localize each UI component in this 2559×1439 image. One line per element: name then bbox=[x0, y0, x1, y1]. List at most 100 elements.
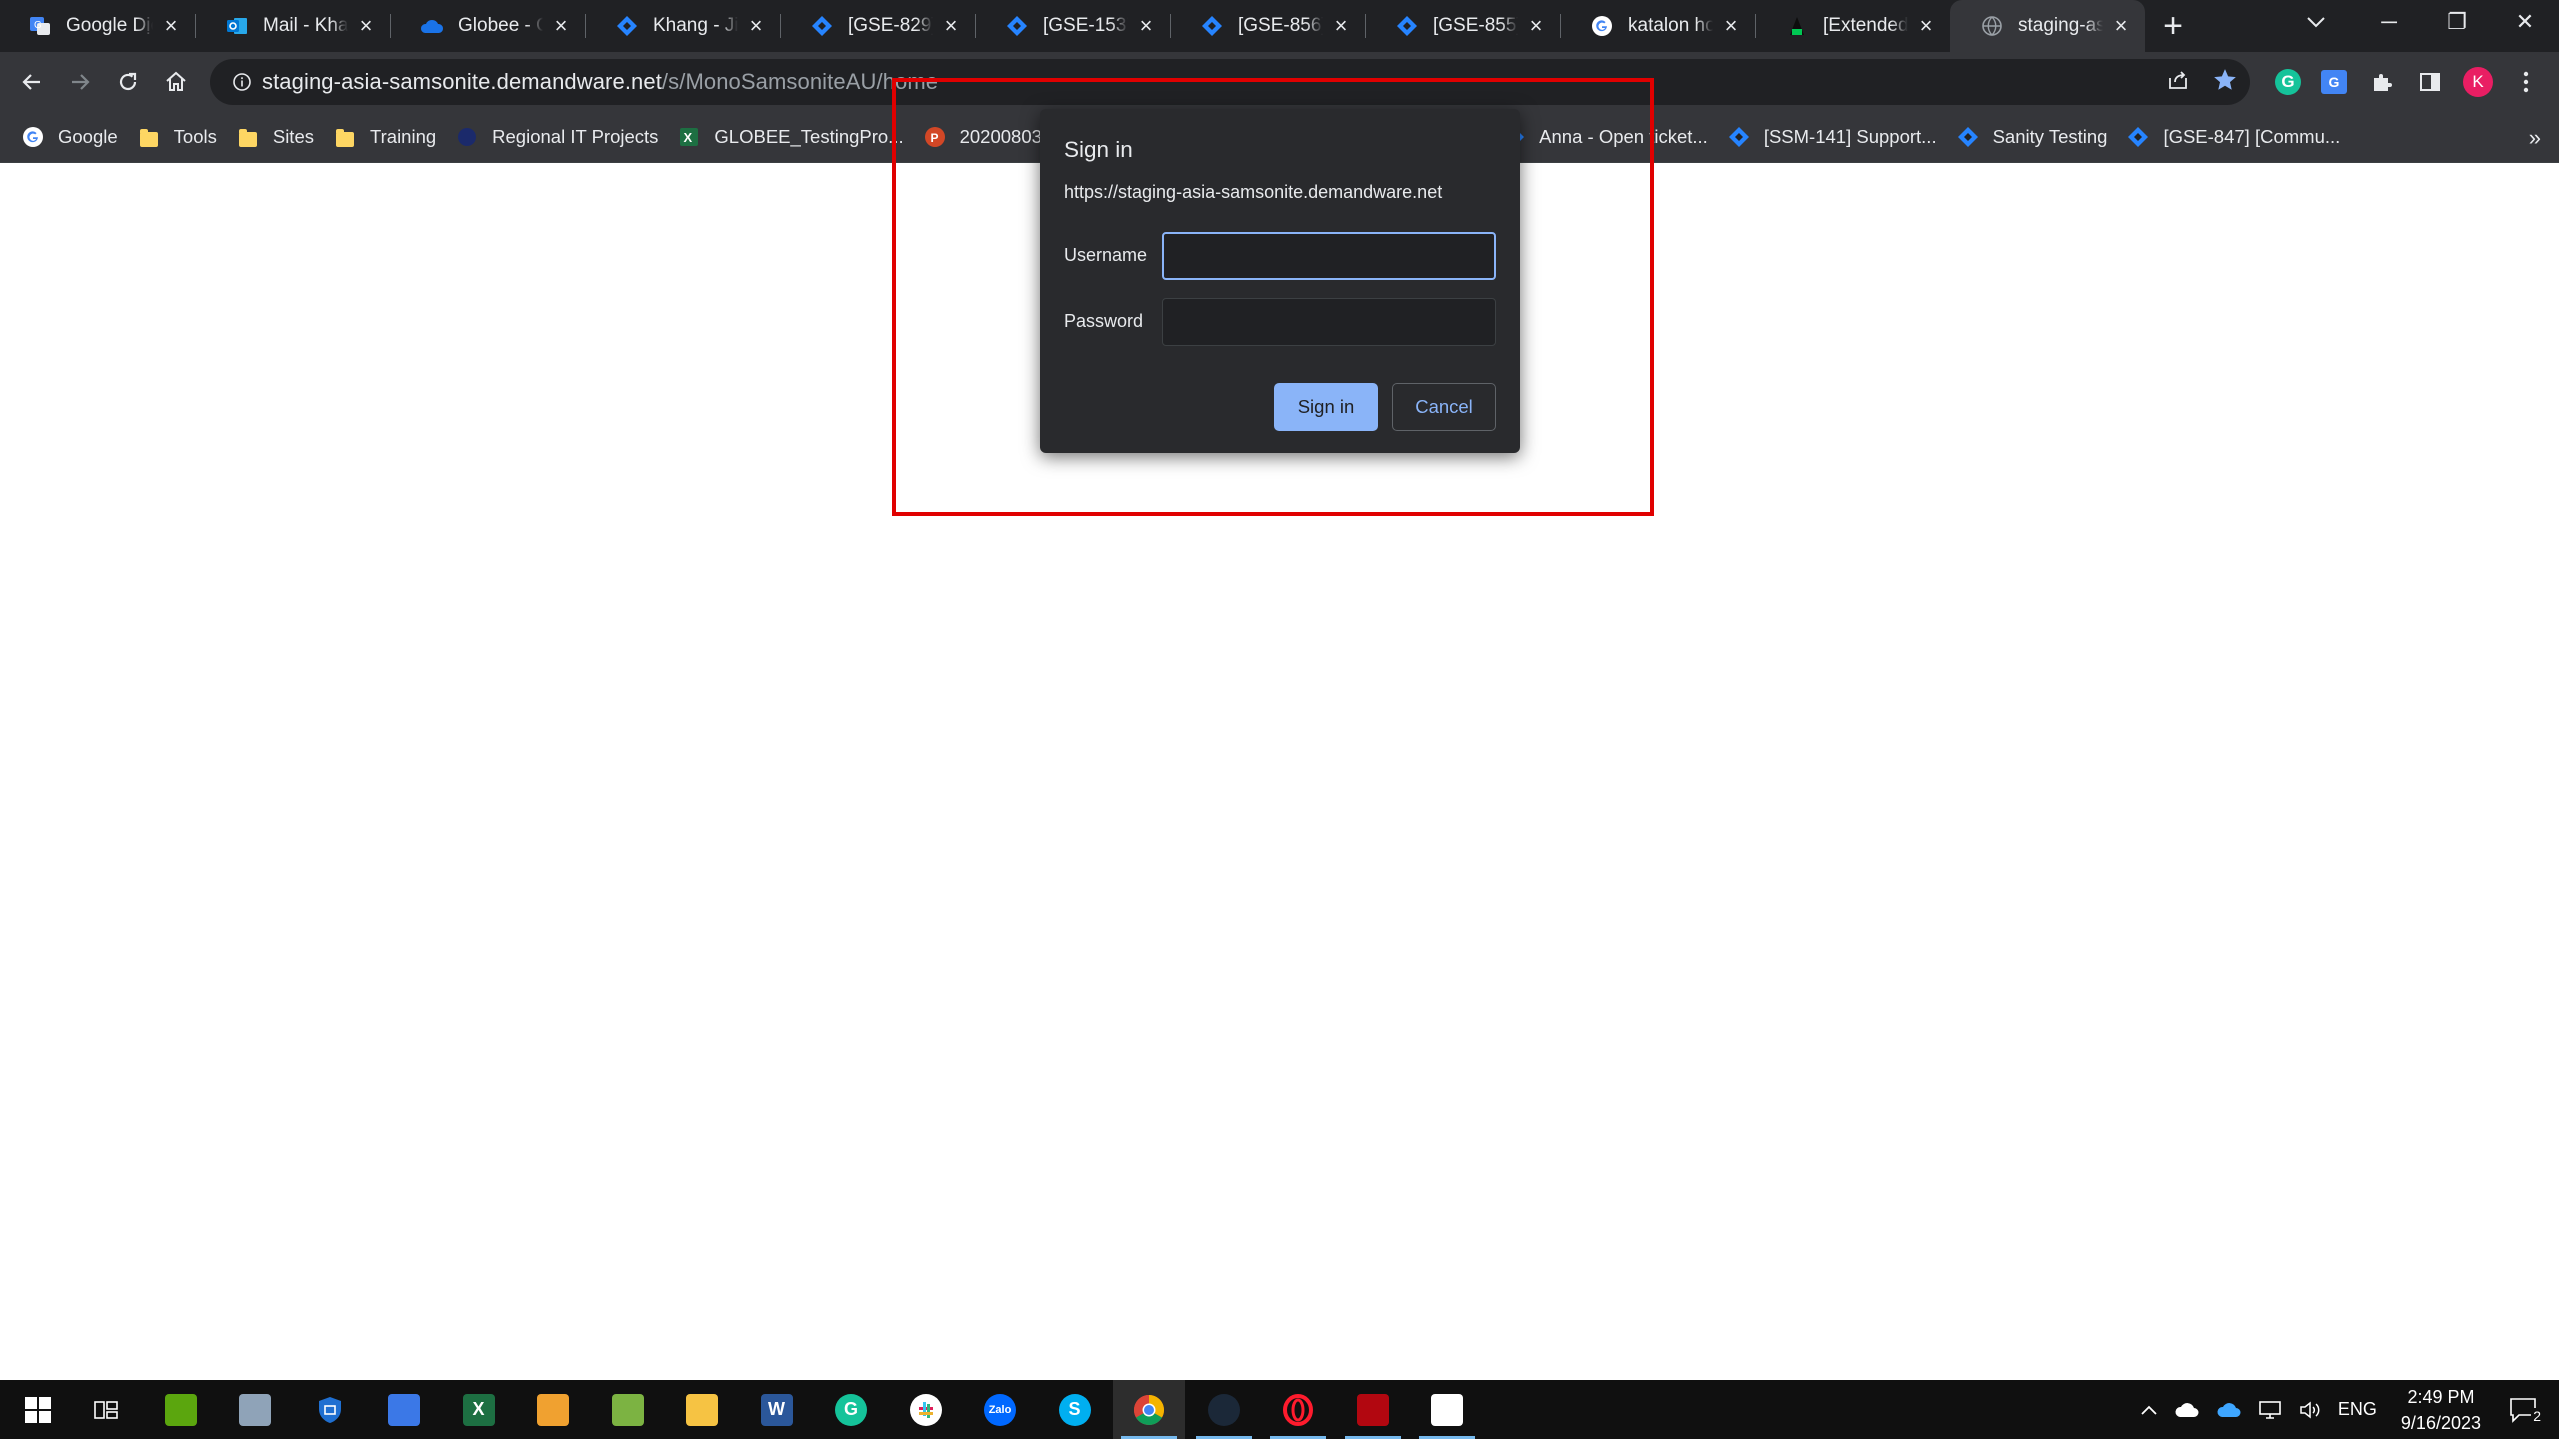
language-indicator[interactable]: ENG bbox=[2330, 1380, 2385, 1439]
profile-avatar[interactable]: K bbox=[2456, 60, 2500, 104]
bookmark-label: Sanity Testing bbox=[1992, 126, 2108, 147]
tab[interactable]: Globee - On × bbox=[390, 0, 585, 52]
bookmark-item[interactable]: Anna - Open ticket... bbox=[1499, 119, 1720, 155]
grammarly-extension-icon[interactable]: G bbox=[2266, 60, 2310, 104]
forward-arrow-icon bbox=[72, 74, 90, 90]
tab[interactable]: Mail - Khang × bbox=[195, 0, 390, 52]
sign-in-button[interactable]: Sign in bbox=[1274, 383, 1378, 431]
taskbar-file-explorer-button[interactable] bbox=[666, 1380, 738, 1439]
bookmarks-overflow-button[interactable]: » bbox=[2529, 112, 2541, 163]
minimize-button[interactable]: ─ bbox=[2355, 0, 2423, 44]
tab[interactable]: [GSE-856] [T × bbox=[1170, 0, 1365, 52]
taskbar-security-button[interactable] bbox=[294, 1380, 366, 1439]
notification-center-icon[interactable]: 2 bbox=[2497, 1380, 2559, 1439]
tab-active[interactable]: staging-asia × bbox=[1950, 0, 2145, 52]
taskbar-task-view-button[interactable] bbox=[70, 1380, 142, 1439]
share-icon[interactable] bbox=[2166, 68, 2190, 97]
tab-close-icon[interactable]: × bbox=[1914, 13, 1938, 38]
taskbar-skype-button[interactable]: S bbox=[1039, 1380, 1111, 1439]
notepad-icon bbox=[611, 1393, 644, 1426]
windows-start-button[interactable] bbox=[10, 1380, 66, 1439]
menu-kebab-icon[interactable] bbox=[2504, 60, 2548, 104]
taskbar-notepad-button[interactable] bbox=[592, 1380, 664, 1439]
tab-close-icon[interactable]: × bbox=[2109, 13, 2133, 38]
tab-close-icon[interactable]: × bbox=[549, 13, 573, 38]
bookmark-item[interactable]: Google bbox=[18, 119, 130, 155]
svg-text:P: P bbox=[930, 131, 938, 145]
extended-icon bbox=[1785, 14, 1809, 38]
tab[interactable]: [GSE-855] [V × bbox=[1365, 0, 1560, 52]
bookmark-item[interactable]: Training bbox=[330, 119, 448, 155]
tab-close-icon[interactable]: × bbox=[744, 13, 768, 38]
forward-button[interactable] bbox=[58, 60, 102, 104]
show-hidden-icons-chevron-icon[interactable] bbox=[2132, 1380, 2166, 1439]
bookmark-item[interactable]: [SSM-141] Support... bbox=[1724, 119, 1949, 155]
tab-close-icon[interactable]: × bbox=[1524, 13, 1548, 38]
bookmark-item[interactable]: Regional IT Projects bbox=[452, 119, 670, 155]
url-text[interactable]: staging-asia-samsonite.demandware.net/s/… bbox=[262, 69, 938, 95]
home-button[interactable] bbox=[154, 60, 198, 104]
opera-icon bbox=[1282, 1393, 1314, 1426]
side-panel-icon[interactable] bbox=[2408, 60, 2452, 104]
address-bar[interactable]: staging-asia-samsonite.demandware.net/s/… bbox=[210, 59, 2250, 105]
cancel-button[interactable]: Cancel bbox=[1392, 383, 1496, 431]
file-explorer-icon bbox=[686, 1393, 718, 1426]
tab[interactable]: katalon how × bbox=[1560, 0, 1755, 52]
onedrive-business-icon[interactable] bbox=[2208, 1380, 2250, 1439]
tab-close-icon[interactable]: × bbox=[1134, 13, 1158, 38]
chrome-icon bbox=[1133, 1394, 1165, 1426]
reload-button[interactable] bbox=[106, 60, 150, 104]
volume-icon[interactable] bbox=[2290, 1380, 2330, 1439]
taskbar-remote-desktop-button[interactable] bbox=[368, 1380, 440, 1439]
password-field[interactable] bbox=[1162, 298, 1496, 346]
clock[interactable]: 2:49 PM 9/16/2023 bbox=[2385, 1384, 2497, 1436]
taskbar-opera-button[interactable] bbox=[1262, 1380, 1334, 1439]
extensions-puzzle-icon[interactable] bbox=[2360, 60, 2404, 104]
taskbar-netflix-button[interactable] bbox=[1337, 1380, 1409, 1439]
tab-close-icon[interactable]: × bbox=[1329, 13, 1353, 38]
taskbar-word-button[interactable]: W bbox=[741, 1380, 813, 1439]
taskbar-slack-button[interactable] bbox=[890, 1380, 962, 1439]
site-info-icon[interactable] bbox=[222, 59, 262, 105]
taskbar-notion-button[interactable] bbox=[1411, 1380, 1483, 1439]
bookmark-star-icon[interactable] bbox=[2212, 67, 2238, 98]
new-tab-button[interactable]: + bbox=[2149, 0, 2197, 52]
taskbar-excel-button[interactable]: X bbox=[443, 1380, 515, 1439]
http-auth-dialog: Sign in https://staging-asia-samsonite.d… bbox=[1040, 109, 1520, 453]
tab-list: GGoogle Dịch×Mail - Khang×Globee - On×Kh… bbox=[0, 0, 2145, 52]
close-window-button[interactable]: ✕ bbox=[2491, 0, 2559, 44]
tab-search-icon[interactable] bbox=[2290, 0, 2342, 44]
bookmark-item[interactable]: Sites bbox=[233, 119, 326, 155]
security-icon bbox=[316, 1395, 344, 1425]
restore-button[interactable]: ❐ bbox=[2423, 0, 2491, 44]
username-field[interactable] bbox=[1162, 232, 1496, 280]
translate-extension-icon[interactable]: G bbox=[2312, 60, 2356, 104]
tab[interactable]: [Extended] A × bbox=[1755, 0, 1950, 52]
tab-close-icon[interactable]: × bbox=[159, 13, 183, 38]
file-server-icon bbox=[239, 1393, 271, 1426]
bookmark-item[interactable]: Sanity Testing bbox=[1953, 119, 2120, 155]
bookmark-item[interactable]: X GLOBEE_TestingPro... bbox=[674, 119, 915, 155]
clock-date: 9/16/2023 bbox=[2400, 1412, 2481, 1433]
taskbar-sublime-button[interactable] bbox=[517, 1380, 589, 1439]
taskbar-grammarly-button[interactable]: G bbox=[815, 1380, 887, 1439]
tab[interactable]: Khang - Jira × bbox=[585, 0, 780, 52]
onedrive-cloud-icon[interactable] bbox=[2166, 1380, 2208, 1439]
tab-close-icon[interactable]: × bbox=[1719, 13, 1743, 38]
tab[interactable]: G Google Dịch × bbox=[0, 0, 195, 52]
network-icon[interactable] bbox=[2250, 1380, 2290, 1439]
tab[interactable]: [GSE-829] 21 × bbox=[780, 0, 975, 52]
bookmark-item[interactable]: [GSE-847] [Commu... bbox=[2123, 119, 2352, 155]
bookmark-item[interactable]: Tools bbox=[134, 119, 229, 155]
taskbar-minecraft-button[interactable] bbox=[145, 1380, 217, 1439]
taskbar-steam-button[interactable] bbox=[1188, 1380, 1260, 1439]
back-button[interactable] bbox=[10, 60, 54, 104]
google-translate-icon: G bbox=[28, 14, 52, 38]
tab[interactable]: [GSE-1537] | × bbox=[975, 0, 1170, 52]
taskbar-zalo-button[interactable]: Zalo bbox=[964, 1380, 1036, 1439]
tab-close-icon[interactable]: × bbox=[939, 13, 963, 38]
tab-close-icon[interactable]: × bbox=[354, 13, 378, 38]
powerpoint-icon: P bbox=[924, 126, 946, 148]
taskbar-file-server-button[interactable] bbox=[219, 1380, 291, 1439]
taskbar-chrome-button[interactable] bbox=[1113, 1380, 1185, 1439]
